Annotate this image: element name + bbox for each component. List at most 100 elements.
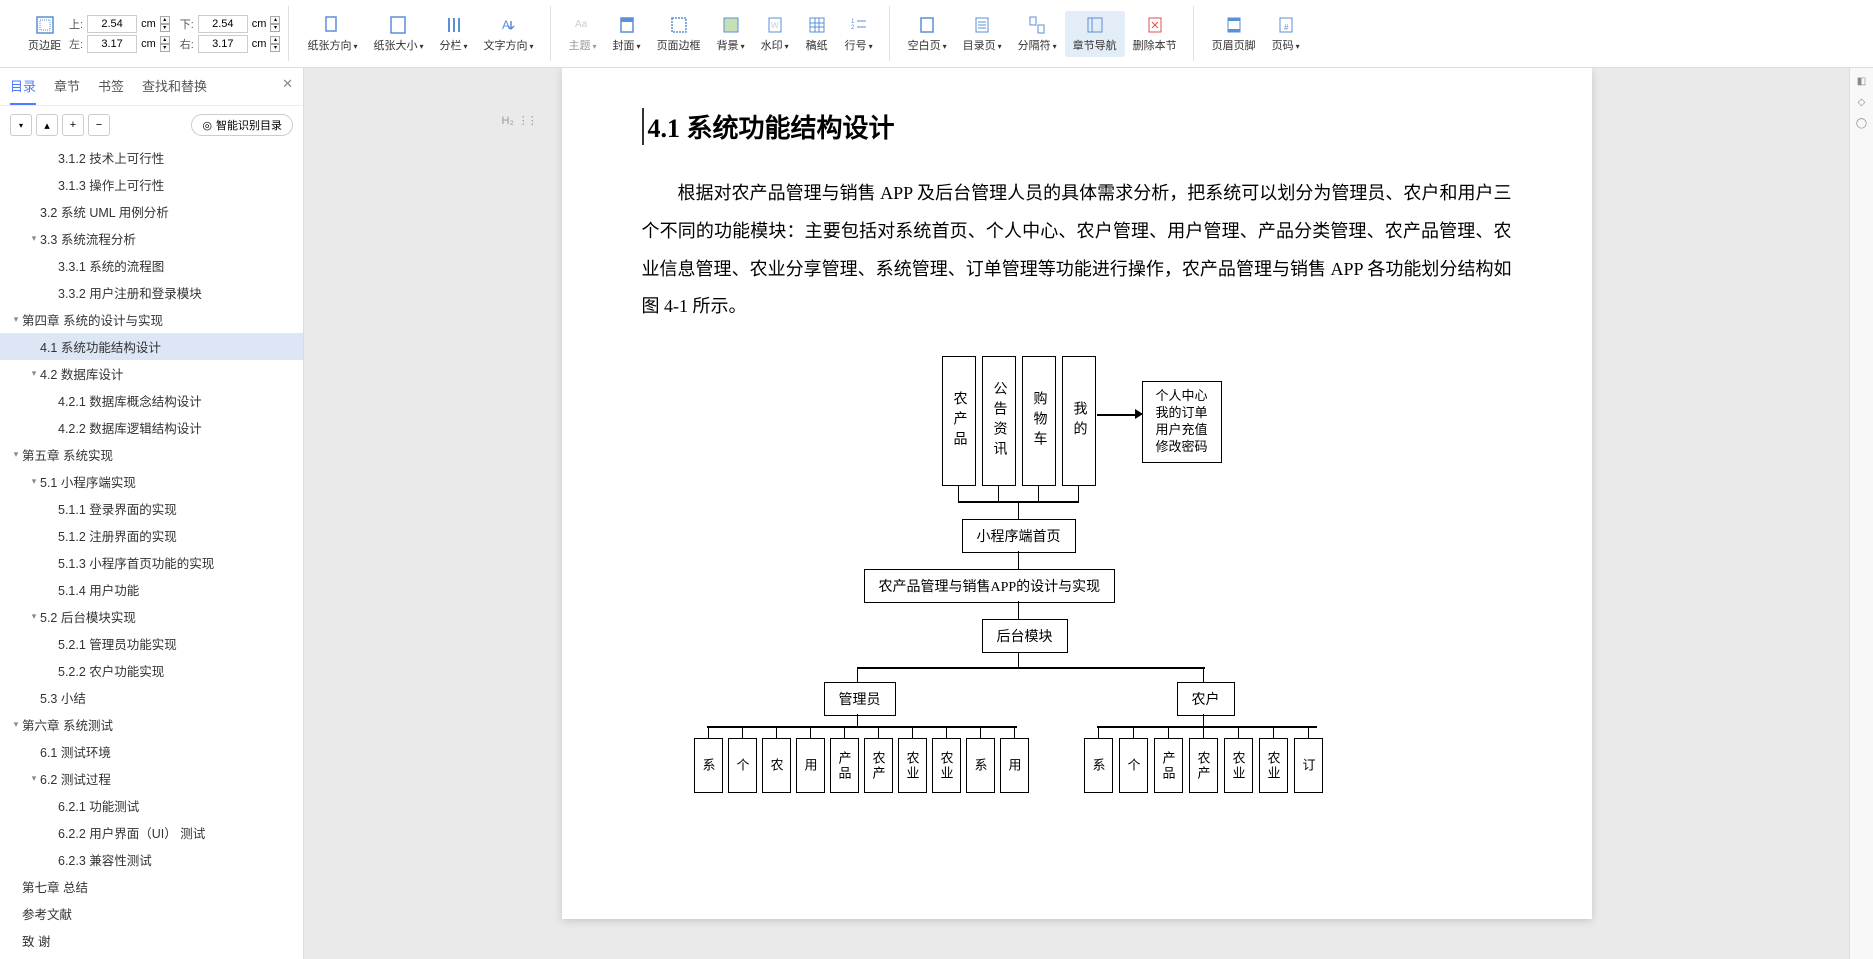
watermark-icon: W [765,15,785,35]
text-direction-button[interactable]: A文字方向▾ [476,11,542,57]
toc-item[interactable]: 3.1.2 技术上可行性 [0,144,303,171]
body-paragraph[interactable]: 根据对农产品管理与销售 APP 及后台管理人员的具体需求分析，把系统可以划分为管… [642,175,1512,326]
margin-right-spinner[interactable]: ▴▾ [270,36,280,52]
orientation-button[interactable]: 纸张方向▾ [299,11,365,57]
toc-item[interactable]: 3.3.2 用户注册和登录模块 [0,279,303,306]
delete-section-button[interactable]: 删除本节 [1125,11,1185,57]
margin-right-input[interactable] [198,35,248,53]
margin-top-spinner[interactable]: ▴▾ [160,16,170,32]
drag-handle-icon[interactable]: ⋮⋮ [518,114,536,127]
margin-bottom-input[interactable] [198,15,248,33]
toc-item-label: 5.1.1 登录界面的实现 [58,499,177,518]
theme-button[interactable]: Aa主题▾ [561,11,605,57]
separator-label: 分隔符 [1018,40,1051,52]
margin-right-unit: cm [252,38,267,50]
toc-page-button[interactable]: 目录页▾ [955,11,1010,57]
page-number-button[interactable]: #页码▾ [1264,11,1308,57]
toc-item[interactable]: ▾3.3 系统流程分析 [0,225,303,252]
tab-find-replace[interactable]: 查找和替换 [142,76,207,105]
margin-left-input[interactable] [87,35,137,53]
caret-icon: ▾ [28,368,40,379]
rail-button[interactable]: ◯ [1856,118,1867,129]
toc-item[interactable]: 3.2 系统 UML 用例分析 [0,198,303,225]
toc-item[interactable]: ▾第五章 系统实现 [0,441,303,468]
toc-item[interactable]: 3.3.1 系统的流程图 [0,252,303,279]
margin-left-unit: cm [141,38,156,50]
toc-item-label: 3.3.2 用户注册和登录模块 [58,283,202,302]
page-number-icon: # [1276,15,1296,35]
toc-item[interactable]: 参考文献 [0,900,303,927]
toc-item[interactable]: 5.1.2 注册界面的实现 [0,522,303,549]
toc-item[interactable]: 4.2.2 数据库逻辑结构设计 [0,414,303,441]
toc-item[interactable]: ▾第六章 系统测试 [0,711,303,738]
margin-top-input[interactable] [87,15,137,33]
toc-expand-button[interactable]: ▾ [10,114,32,136]
diagram-box: 小程序端首页 [962,519,1076,553]
separator-button[interactable]: 分隔符▾ [1010,11,1065,57]
toc-item-label: 6.2.1 功能测试 [58,796,139,815]
toc-item[interactable]: 4.2.1 数据库概念结构设计 [0,387,303,414]
right-rail: ◧ ◇ ◯ [1849,68,1873,959]
tab-toc[interactable]: 目录 [10,76,36,105]
svg-text:W: W [771,21,779,30]
chapter-nav-button[interactable]: 章节导航 [1065,11,1125,57]
toc-item[interactable]: 6.1 测试环境 [0,738,303,765]
rail-button[interactable]: ◧ [1857,76,1866,87]
background-label: 背景 [717,40,739,52]
toc-add-button[interactable]: + [62,114,84,136]
toc-item[interactable]: ▾5.1 小程序端实现 [0,468,303,495]
watermark-button[interactable]: W水印▾ [753,11,797,57]
tab-chapter[interactable]: 章节 [54,76,80,105]
tab-bookmark[interactable]: 书签 [98,76,124,105]
toc-remove-button[interactable]: − [88,114,110,136]
page-margins-button[interactable]: 页边距 [20,11,69,57]
toc-item-label: 5.1 小程序端实现 [40,472,136,491]
toc-item[interactable]: 5.2.2 农户功能实现 [0,657,303,684]
blank-page-button[interactable]: 空白页▾ [900,11,955,57]
smart-toc-button[interactable]: ◎智能识别目录 [191,114,293,136]
toc-item[interactable]: ▾6.2 测试过程 [0,765,303,792]
toc-item[interactable]: 6.2.3 兼容性测试 [0,846,303,873]
toc-item[interactable]: 致 谢 [0,927,303,954]
heading-level-marker[interactable]: H₂ ⋮⋮ [502,114,536,127]
sidebar-close-button[interactable]: ✕ [282,76,293,105]
heading-marker-label: H₂ [502,115,514,127]
header-footer-button[interactable]: 页眉页脚 [1204,11,1264,57]
toc-item[interactable]: 5.3 小结 [0,684,303,711]
toc-item[interactable]: ▾第四章 系统的设计与实现 [0,306,303,333]
line-number-button[interactable]: 12行号▾ [837,11,881,57]
diagram-box: 农产品 [942,356,976,486]
margin-left-spinner[interactable]: ▴▾ [160,36,170,52]
paper-size-button[interactable]: 纸张大小▾ [365,11,431,57]
background-button[interactable]: 背景▾ [709,11,753,57]
page-border-button[interactable]: 页面边框 [649,11,709,57]
caret-icon: ▾ [10,719,22,730]
draft-label: 稿纸 [806,37,828,53]
line-number-label: 行号 [845,40,867,52]
toc-item[interactable]: 5.1.4 用户功能 [0,576,303,603]
toc-item[interactable]: 6.2.2 用户界面（UI） 测试 [0,819,303,846]
margin-bottom-spinner[interactable]: ▴▾ [270,16,280,32]
toc-item-label: 第六章 系统测试 [22,715,113,734]
rail-button[interactable]: ◇ [1858,97,1866,108]
toc-item[interactable]: 4.1 系统功能结构设计 [0,333,303,360]
toc-item[interactable]: 5.1.1 登录界面的实现 [0,495,303,522]
toc-item-label: 4.1 系统功能结构设计 [40,337,161,356]
draft-button[interactable]: 稿纸 [797,11,837,57]
toc-up-button[interactable]: ▴ [36,114,58,136]
toc-item[interactable]: 5.1.3 小程序首页功能的实现 [0,549,303,576]
toc-item[interactable]: 3.1.3 操作上可行性 [0,171,303,198]
cover-button[interactable]: 封面▾ [605,11,649,57]
margin-bottom-label: 下: [180,16,194,32]
section-heading[interactable]: 4.1 系统功能结构设计 [642,108,1512,145]
toc-item[interactable]: ▾5.2 后台模块实现 [0,603,303,630]
editor-area[interactable]: H₂ ⋮⋮ 4.1 系统功能结构设计 根据对农产品管理与销售 APP 及后台管理人… [304,68,1849,959]
sidebar-toolbar: ▾ ▴ + − ◎智能识别目录 [0,106,303,144]
toc-item[interactable]: 6.2.1 功能测试 [0,792,303,819]
caret-icon: ▾ [28,773,40,784]
toc-item[interactable]: ▾4.2 数据库设计 [0,360,303,387]
columns-button[interactable]: 分栏▾ [432,11,476,57]
toc-page-icon [972,15,992,35]
toc-item[interactable]: 5.2.1 管理员功能实现 [0,630,303,657]
toc-item[interactable]: 第七章 总结 [0,873,303,900]
